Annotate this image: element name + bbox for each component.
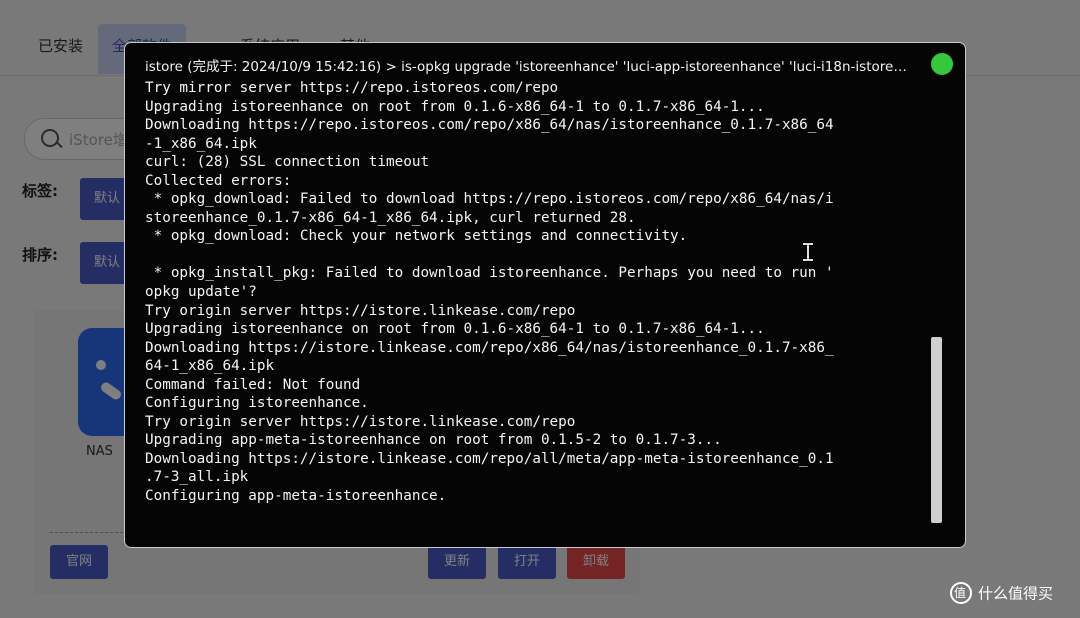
terminal-line: Upgrading app-meta-istoreenhance on root… [145,432,722,449]
terminal-line: Command failed: Not found [145,376,361,393]
terminal-line: * opkg_download: Check your network sett… [145,228,688,245]
text-cursor-icon [803,243,813,261]
watermark-logo-icon [950,582,972,604]
terminal-line: .7-3_all.ipk [145,469,249,486]
terminal-line: -1_x86_64.ipk [145,135,257,152]
terminal-line: Try mirror server https://repo.istoreos.… [145,80,559,96]
terminal-scrollbar[interactable] [931,337,942,523]
terminal-line: Downloading https://repo.istoreos.com/re… [145,117,834,134]
terminal-line: curl: (28) SSL connection timeout [145,154,430,171]
terminal-line: Configuring app-meta-istoreenhance. [145,488,447,505]
terminal-line: Configuring istoreenhance. [145,395,369,412]
watermark-text: 什么值得买 [978,584,1054,603]
status-indicator [931,53,953,75]
terminal-line: * opkg_download: Failed to download http… [145,191,834,208]
terminal-line: Collected errors: [145,172,292,189]
terminal-line: Try origin server https://istore.linkeas… [145,302,576,319]
terminal-line: Upgrading istoreenhance on root from 0.1… [145,98,765,115]
terminal-line: 64-1_x86_64.ipk [145,358,275,375]
terminal-line: Upgrading istoreenhance on root from 0.1… [145,321,765,338]
terminal-output[interactable]: Try mirror server https://repo.istoreos.… [145,79,937,539]
terminal-line: opkg update'? [145,284,257,301]
terminal-line: * opkg_install_pkg: Failed to download i… [145,265,834,282]
watermark: 什么值得买 [950,582,1053,604]
terminal-line: Downloading https://istore.linkease.com/… [145,339,834,356]
terminal-line: Downloading https://istore.linkease.com/… [145,450,834,467]
terminal-line: Try origin server https://istore.linkeas… [145,413,576,430]
terminal-line: storeenhance_0.1.7-x86_64-1_x86_64.ipk, … [145,209,636,226]
terminal-dialog: istore (完成于: 2024/10/9 15:42:16) > is-op… [124,42,966,548]
terminal-title: istore (完成于: 2024/10/9 15:42:16) > is-op… [145,59,915,75]
